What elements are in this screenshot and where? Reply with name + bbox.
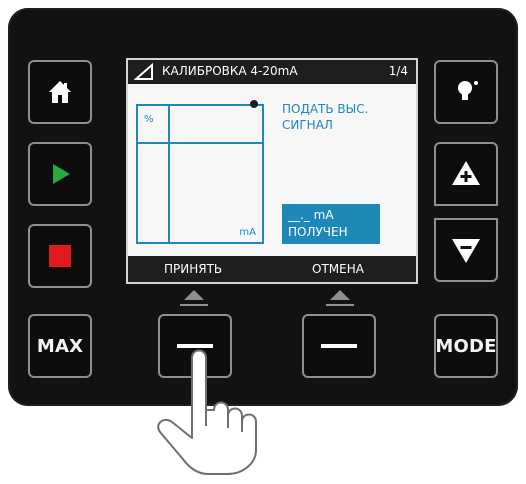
home-icon bbox=[49, 81, 71, 103]
stop-button[interactable] bbox=[28, 224, 92, 288]
bulb-icon bbox=[458, 81, 478, 100]
instruction-line-1: ПОДАТЬ ВЫС. bbox=[282, 102, 369, 116]
softkey-cancel-label: ОТМЕНА bbox=[312, 262, 364, 276]
decrease-button[interactable] bbox=[434, 218, 498, 282]
graph-x-label: mA bbox=[239, 227, 256, 238]
mode-label: MODE bbox=[435, 335, 497, 357]
minus-bar-icon bbox=[321, 344, 357, 348]
triangle-signal-icon bbox=[134, 63, 153, 80]
light-button[interactable] bbox=[434, 60, 498, 124]
max-label: MAX bbox=[36, 335, 84, 357]
screen-footer: ПРИНЯТЬ ОТМЕНА bbox=[128, 256, 416, 282]
stop-icon bbox=[49, 245, 71, 267]
screen-page-indicator: 1/4 bbox=[388, 64, 408, 78]
softkey-cancel-button[interactable] bbox=[302, 314, 376, 378]
softkey-accept-label: ПРИНЯТЬ bbox=[164, 262, 223, 276]
mode-button[interactable]: MODE bbox=[434, 314, 498, 378]
minus-icon bbox=[452, 239, 480, 263]
graph-vertical-axis bbox=[168, 106, 170, 242]
graph-y-label: % bbox=[144, 114, 154, 125]
display-screen: КАЛИБРОВКА 4-20mA 1/4 % mA ПОДАТЬ ВЫС. С… bbox=[126, 58, 418, 284]
instruction-line-2: СИГНАЛ bbox=[282, 118, 333, 132]
home-button[interactable] bbox=[28, 60, 92, 124]
plus-icon bbox=[452, 161, 480, 185]
screen-title: КАЛИБРОВКА 4-20mA bbox=[162, 64, 298, 78]
pointing-hand-icon bbox=[157, 349, 257, 475]
graph-horizontal-axis bbox=[138, 142, 262, 144]
run-button[interactable] bbox=[28, 142, 92, 206]
received-label: ПОЛУЧЕН bbox=[288, 225, 348, 239]
received-value-box: __._ mA ПОЛУЧЕН bbox=[282, 204, 380, 244]
play-icon bbox=[53, 164, 70, 184]
received-value: __._ mA bbox=[288, 208, 334, 222]
graph-point bbox=[250, 100, 258, 108]
max-button[interactable]: MAX bbox=[28, 314, 92, 378]
increase-button[interactable] bbox=[434, 142, 498, 206]
screen-header: КАЛИБРОВКА 4-20mA 1/4 bbox=[128, 60, 416, 84]
calibration-graph: % mA bbox=[136, 104, 264, 244]
